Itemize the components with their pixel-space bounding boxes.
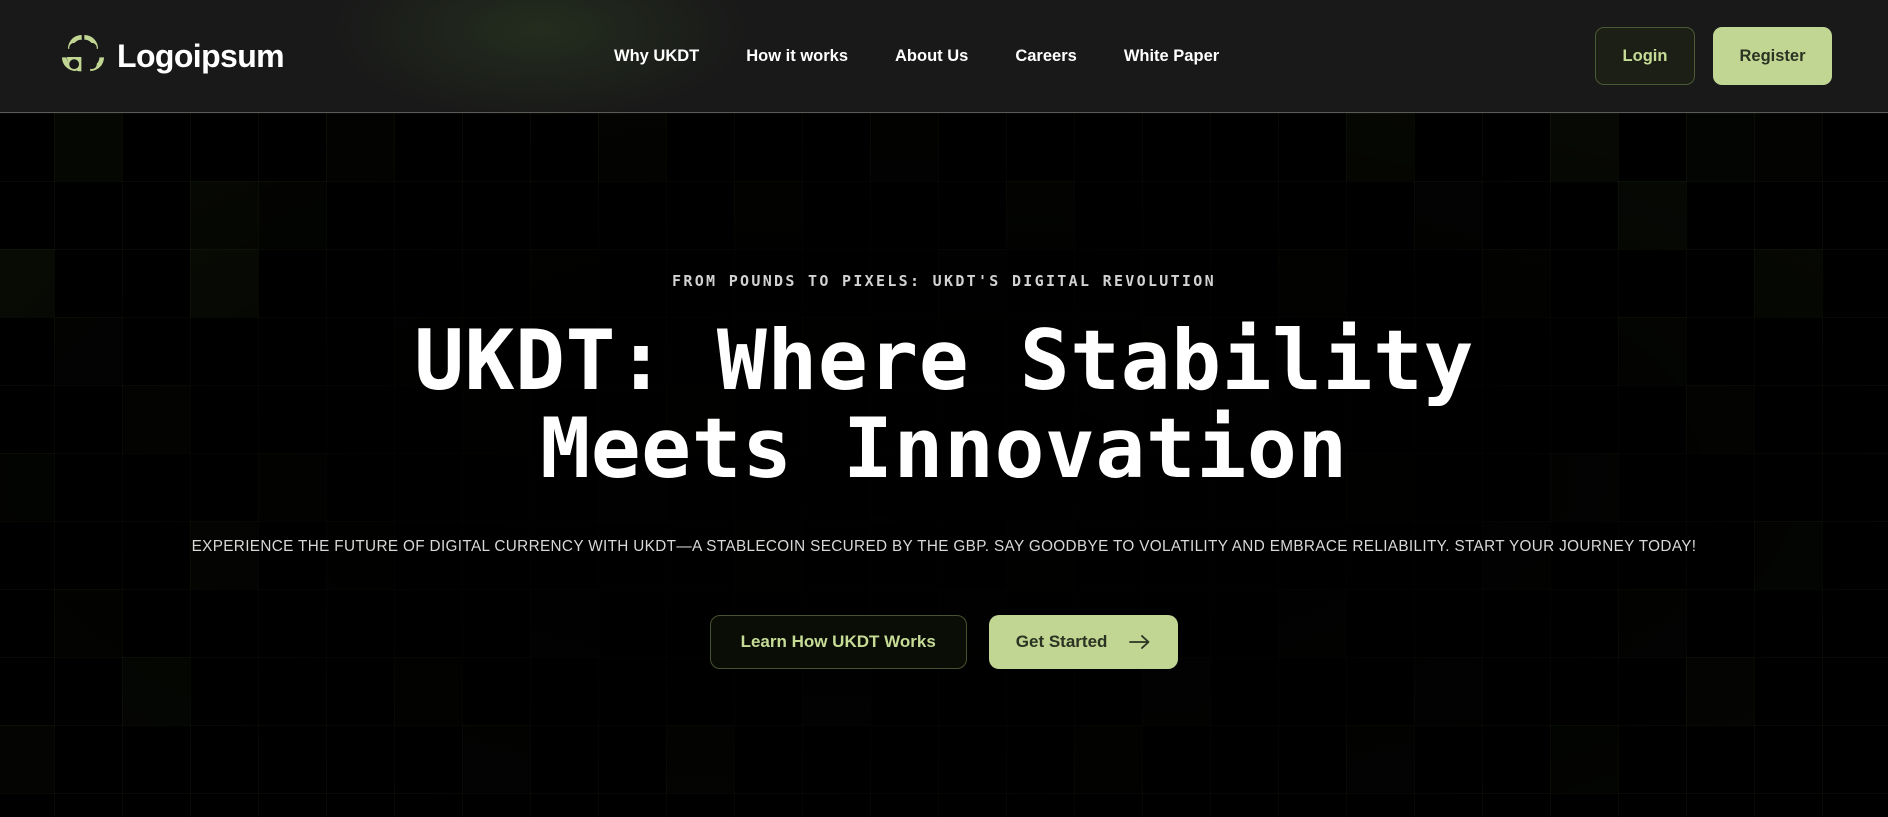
main-navigation: Why UKDT How it works About Us Careers W…	[614, 48, 1219, 65]
page-root: Logoipsum Why UKDT How it works About Us…	[0, 0, 1888, 817]
learn-how-ukdt-works-button[interactable]: Learn How UKDT Works	[709, 615, 967, 670]
hero-cta-row: Learn How UKDT Works Get Started	[709, 615, 1179, 670]
login-button[interactable]: Login	[1595, 27, 1695, 85]
get-started-button[interactable]: Get Started	[988, 615, 1179, 670]
hero-subtitle: EXPERIENCE THE FUTURE OF DIGITAL CURRENC…	[191, 537, 1697, 555]
nav-item-careers[interactable]: Careers	[1015, 48, 1076, 65]
hero-eyebrow: FROM POUNDS TO PIXELS: UKDT'S DIGITAL RE…	[672, 272, 1216, 290]
register-button[interactable]: Register	[1713, 27, 1832, 85]
site-header: Logoipsum Why UKDT How it works About Us…	[0, 0, 1888, 120]
brand-name: Logoipsum	[117, 38, 285, 74]
nav-item-why-ukdt[interactable]: Why UKDT	[614, 48, 699, 65]
header-actions: Login Register	[1595, 27, 1832, 85]
hero-content: FROM POUNDS TO PIXELS: UKDT'S DIGITAL RE…	[0, 113, 1888, 817]
hero-headline: UKDT: Where Stability Meets Innovation	[414, 312, 1474, 497]
get-started-label: Get Started	[1015, 632, 1108, 652]
arrow-right-icon	[1129, 635, 1150, 650]
nav-item-about-us[interactable]: About Us	[895, 48, 968, 65]
nav-item-how-it-works[interactable]: How it works	[746, 48, 848, 65]
brand-logo[interactable]: Logoipsum	[62, 35, 285, 77]
nav-item-white-paper[interactable]: White Paper	[1124, 48, 1219, 65]
four-petal-clover-icon	[62, 35, 104, 72]
hero-section: FROM POUNDS TO PIXELS: UKDT'S DIGITAL RE…	[0, 113, 1888, 817]
